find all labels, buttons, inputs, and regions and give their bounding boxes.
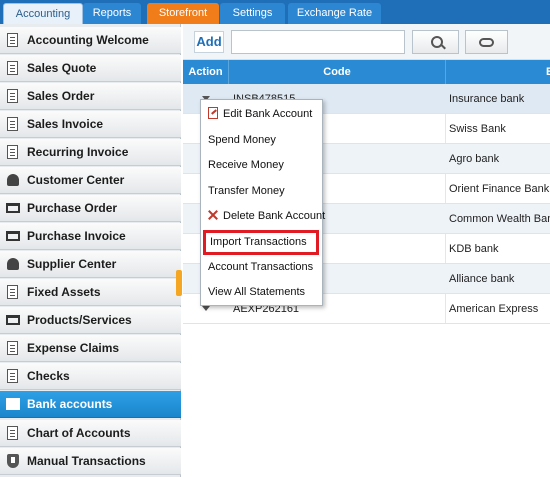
- sidebar: Accounting Welcome Sales Quote Sales Ord…: [0, 24, 181, 477]
- sidebar-item-label: Sales Quote: [27, 61, 97, 75]
- row-bank: Insurance bank: [449, 93, 525, 105]
- people-icon: [5, 256, 21, 272]
- menu-item-account-transactions[interactable]: Account Transactions: [201, 255, 322, 280]
- menu-item-transfer-money[interactable]: Transfer Money: [201, 179, 322, 204]
- menu-item-label: Transfer Money: [208, 185, 285, 197]
- column-header-bank[interactable]: B: [446, 60, 550, 84]
- sidebar-item-fixed-assets[interactable]: Fixed Assets: [0, 279, 181, 306]
- column-header-bank-label: B: [546, 66, 550, 78]
- row-bank: Alliance bank: [449, 273, 515, 285]
- tab-settings[interactable]: Settings: [220, 3, 285, 24]
- sidebar-item-recurring-invoice[interactable]: Recurring Invoice: [0, 139, 181, 166]
- document-icon: [5, 425, 21, 441]
- pencil-icon: [208, 107, 218, 119]
- sidebar-item-label: Manual Transactions: [27, 454, 146, 468]
- sidebar-item-bank-accounts[interactable]: Bank accounts: [0, 391, 181, 418]
- menu-item-label: Receive Money: [208, 159, 284, 171]
- sidebar-item-manual-transactions[interactable]: Manual Transactions: [0, 448, 181, 475]
- search-input[interactable]: [231, 30, 405, 54]
- sidebar-item-label: Customer Center: [27, 173, 125, 187]
- menu-item-edit-bank-account[interactable]: Edit Bank Account: [201, 102, 322, 127]
- tab-reports[interactable]: Reports: [83, 3, 141, 24]
- menu-item-view-all-statements[interactable]: View All Statements: [201, 280, 322, 305]
- document-icon: [5, 340, 21, 356]
- menu-item-spend-money[interactable]: Spend Money: [201, 128, 322, 153]
- menu-item-receive-money[interactable]: Receive Money: [201, 153, 322, 178]
- sidebar-item-label: Purchase Order: [27, 201, 118, 215]
- sidebar-item-sales-quote[interactable]: Sales Quote: [0, 55, 181, 82]
- sidebar-item-label: Sales Order: [27, 89, 95, 103]
- cart-icon: [5, 228, 21, 244]
- menu-item-label: Spend Money: [208, 134, 276, 146]
- sidebar-item-label: Purchase Invoice: [27, 229, 126, 243]
- sidebar-item-label: Bank accounts: [27, 397, 113, 411]
- menu-item-label: View All Statements: [208, 286, 306, 298]
- sidebar-item-label: Sales Invoice: [27, 117, 104, 131]
- column-header-code[interactable]: Code: [229, 60, 446, 84]
- people-icon: [5, 172, 21, 188]
- sidebar-item-sales-invoice[interactable]: Sales Invoice: [0, 111, 181, 138]
- menu-item-label: Import Transactions: [210, 236, 307, 248]
- column-header-action[interactable]: Action: [183, 60, 229, 84]
- document-icon: [5, 60, 21, 76]
- sidebar-item-accounting-welcome[interactable]: Accounting Welcome: [0, 27, 181, 54]
- row-bank: KDB bank: [449, 243, 499, 255]
- sidebar-item-chart-of-accounts[interactable]: Chart of Accounts: [0, 420, 181, 447]
- document-icon: [5, 116, 21, 132]
- tab-accounting[interactable]: Accounting: [3, 3, 83, 24]
- search-button[interactable]: [412, 30, 459, 54]
- document-icon: [5, 368, 21, 384]
- tab-exchange-rate[interactable]: Exchange Rate: [288, 3, 381, 24]
- sidebar-item-supplier-center[interactable]: Supplier Center: [0, 251, 181, 278]
- menu-item-label: Account Transactions: [208, 261, 314, 273]
- menu-item-delete-bank-account[interactable]: Delete Bank Account: [201, 204, 326, 229]
- sidebar-item-label: Fixed Assets: [27, 285, 101, 299]
- document-icon: [5, 32, 21, 48]
- document-icon: [5, 284, 21, 300]
- row-bank: American Express: [449, 303, 539, 315]
- clear-search-button[interactable]: [465, 30, 508, 54]
- row-bank: Swiss Bank: [449, 123, 506, 135]
- grid-header: Action Code B: [183, 60, 550, 84]
- cart-icon: [5, 312, 21, 328]
- splitter-handle[interactable]: [176, 270, 182, 296]
- document-icon: [5, 144, 21, 160]
- shield-icon: [5, 453, 21, 469]
- bank-icon: [5, 396, 21, 412]
- sidebar-item-label: Products/Services: [27, 313, 132, 327]
- link-icon: [479, 38, 494, 47]
- sidebar-item-checks[interactable]: Checks: [0, 363, 181, 390]
- row-bank: Agro bank: [449, 153, 500, 165]
- document-icon: [5, 88, 21, 104]
- sidebar-item-customer-center[interactable]: Customer Center: [0, 167, 181, 194]
- row-action-caret-icon[interactable]: [202, 306, 210, 311]
- add-button[interactable]: Add: [194, 31, 224, 53]
- top-tab-bar: Accounting Reports Storefront Settings E…: [0, 0, 550, 24]
- sidebar-item-expense-claims[interactable]: Expense Claims: [0, 335, 181, 362]
- sidebar-item-label: Expense Claims: [27, 341, 120, 355]
- tab-storefront[interactable]: Storefront: [147, 3, 219, 24]
- menu-item-import-transactions[interactable]: Import Transactions: [203, 230, 319, 255]
- sidebar-item-sales-order[interactable]: Sales Order: [0, 83, 181, 110]
- row-context-menu: Edit Bank Account Spend Money Receive Mo…: [200, 99, 326, 306]
- sidebar-item-purchase-order[interactable]: Purchase Order: [0, 195, 181, 222]
- sidebar-item-label: Accounting Welcome: [27, 33, 149, 47]
- delete-icon: [208, 209, 218, 221]
- sidebar-item-label: Supplier Center: [27, 257, 117, 271]
- toolbar: Add: [183, 24, 550, 60]
- sidebar-item-label: Chart of Accounts: [27, 426, 131, 440]
- row-bank: Orient Finance Bank: [449, 183, 550, 195]
- menu-item-label: Delete Bank Account: [223, 210, 326, 222]
- cart-icon: [5, 200, 21, 216]
- sidebar-item-products-services[interactable]: Products/Services: [0, 307, 181, 334]
- sidebar-item-purchase-invoice[interactable]: Purchase Invoice: [0, 223, 181, 250]
- sidebar-item-label: Checks: [27, 369, 70, 383]
- row-bank: Common Wealth Bank: [449, 213, 550, 225]
- sidebar-item-label: Recurring Invoice: [27, 145, 129, 159]
- menu-item-label: Edit Bank Account: [223, 108, 313, 120]
